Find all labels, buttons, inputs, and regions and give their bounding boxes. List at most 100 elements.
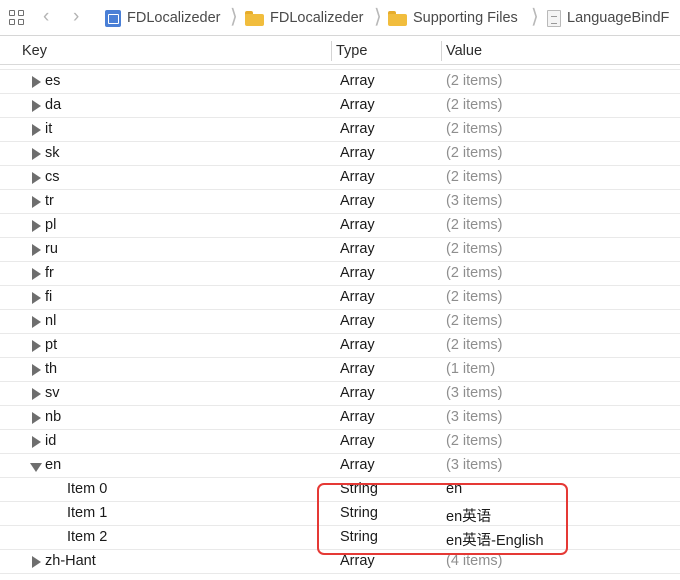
disclosure-triangle-icon[interactable] xyxy=(32,556,41,568)
row-type[interactable]: Array xyxy=(340,145,375,161)
disclosure-triangle-icon[interactable] xyxy=(32,100,41,112)
column-value[interactable]: Value xyxy=(446,43,482,59)
row-key[interactable]: id xyxy=(45,433,56,449)
disclosure-triangle-icon[interactable] xyxy=(32,220,41,232)
table-row[interactable]: es Array (2 items) xyxy=(0,70,680,94)
disclosure-triangle-icon[interactable] xyxy=(32,244,41,256)
project-icon xyxy=(105,9,121,27)
disclosure-triangle-icon[interactable] xyxy=(32,412,41,424)
table-row[interactable]: id Array (2 items) xyxy=(0,430,680,454)
highlight-annotation xyxy=(317,483,568,555)
row-type[interactable]: Array xyxy=(340,193,375,209)
table-row[interactable]: it Array (2 items) xyxy=(0,118,680,142)
folder-icon xyxy=(245,10,264,26)
row-value: (3 items) xyxy=(446,457,503,473)
disclosure-triangle-icon[interactable] xyxy=(32,364,41,376)
table-row[interactable]: tr Array (3 items) xyxy=(0,190,680,214)
forward-arrow-icon[interactable]: › xyxy=(73,7,79,27)
row-key[interactable]: fi xyxy=(45,289,52,305)
row-type[interactable]: Array xyxy=(340,121,375,137)
row-type[interactable]: Array xyxy=(340,265,375,281)
table-row[interactable]: nl Array (2 items) xyxy=(0,310,680,334)
row-value: (2 items) xyxy=(446,265,503,281)
column-header: Key Type Value xyxy=(0,37,680,65)
row-key[interactable]: ru xyxy=(45,241,58,257)
row-key[interactable]: zh-Hant xyxy=(45,553,96,569)
row-value: (2 items) xyxy=(446,289,503,305)
row-type[interactable]: Array xyxy=(340,433,375,449)
row-key[interactable]: sk xyxy=(45,145,60,161)
table-row[interactable]: da Array (2 items) xyxy=(0,94,680,118)
row-type[interactable]: Array xyxy=(340,457,375,473)
table-row[interactable]: sk Array (2 items) xyxy=(0,142,680,166)
row-type[interactable]: Array xyxy=(340,313,375,329)
back-arrow-icon[interactable]: ‹ xyxy=(43,7,49,27)
breadcrumb-file[interactable]: LanguageBindF xyxy=(547,9,669,27)
table-row[interactable]: fi Array (2 items) xyxy=(0,286,680,310)
row-key[interactable]: it xyxy=(45,121,52,137)
breadcrumb-folder[interactable]: FDLocalizeder xyxy=(245,9,364,27)
table-row-expanded[interactable]: en Array (3 items) xyxy=(0,454,680,478)
row-type[interactable]: Array xyxy=(340,97,375,113)
row-key[interactable]: sv xyxy=(45,385,60,401)
row-value: (2 items) xyxy=(446,73,503,89)
row-key[interactable]: pl xyxy=(45,217,56,233)
row-value: (2 items) xyxy=(446,217,503,233)
disclosure-triangle-icon[interactable] xyxy=(32,124,41,136)
breadcrumb-supporting-files[interactable]: Supporting Files xyxy=(388,9,518,27)
row-type[interactable]: Array xyxy=(340,241,375,257)
table-row[interactable]: fr Array (2 items) xyxy=(0,262,680,286)
disclosure-triangle-icon[interactable] xyxy=(32,340,41,352)
row-key[interactable]: fr xyxy=(45,265,54,281)
row-type[interactable]: Array xyxy=(340,385,375,401)
row-key[interactable]: th xyxy=(45,361,57,377)
table-row[interactable]: pl Array (2 items) xyxy=(0,214,680,238)
disclosure-triangle-icon[interactable] xyxy=(32,388,41,400)
breadcrumb-label: FDLocalizeder xyxy=(270,10,364,26)
column-key[interactable]: Key xyxy=(22,43,47,59)
row-value: (2 items) xyxy=(446,433,503,449)
table-row[interactable]: cs Array (2 items) xyxy=(0,166,680,190)
row-type[interactable]: Array xyxy=(340,73,375,89)
row-key[interactable]: nb xyxy=(45,409,61,425)
column-divider[interactable] xyxy=(441,41,442,61)
breadcrumb-project[interactable]: FDLocalizeder xyxy=(105,9,221,27)
table-row[interactable]: nb Array (3 items) xyxy=(0,406,680,430)
disclosure-triangle-open-icon[interactable] xyxy=(30,463,42,472)
plist-file-icon xyxy=(547,9,561,27)
disclosure-triangle-icon[interactable] xyxy=(32,148,41,160)
column-type[interactable]: Type xyxy=(336,43,367,59)
row-value: (2 items) xyxy=(446,241,503,257)
row-value: (4 items) xyxy=(446,553,503,569)
row-key[interactable]: en xyxy=(45,457,61,473)
disclosure-triangle-icon[interactable] xyxy=(32,436,41,448)
related-items-grid-icon[interactable] xyxy=(9,10,25,26)
row-type[interactable]: Array xyxy=(340,217,375,233)
row-type[interactable]: Array xyxy=(340,169,375,185)
row-type[interactable]: Array xyxy=(340,409,375,425)
row-key[interactable]: es xyxy=(45,73,60,89)
row-key[interactable]: nl xyxy=(45,313,56,329)
row-key[interactable]: tr xyxy=(45,193,54,209)
row-key[interactable]: pt xyxy=(45,337,57,353)
table-row[interactable]: sv Array (3 items) xyxy=(0,382,680,406)
table-row[interactable]: ru Array (2 items) xyxy=(0,238,680,262)
row-type[interactable]: Array xyxy=(340,337,375,353)
disclosure-triangle-icon[interactable] xyxy=(32,268,41,280)
row-type[interactable]: Array xyxy=(340,553,375,569)
row-key[interactable]: cs xyxy=(45,169,60,185)
row-value: (3 items) xyxy=(446,409,503,425)
disclosure-triangle-icon[interactable] xyxy=(32,316,41,328)
disclosure-triangle-icon[interactable] xyxy=(32,76,41,88)
disclosure-triangle-icon[interactable] xyxy=(32,292,41,304)
row-value: (2 items) xyxy=(446,121,503,137)
table-row[interactable]: pt Array (2 items) xyxy=(0,334,680,358)
row-key: Item 1 xyxy=(67,505,108,521)
row-type[interactable]: Array xyxy=(340,361,375,377)
row-type[interactable]: Array xyxy=(340,289,375,305)
disclosure-triangle-icon[interactable] xyxy=(32,196,41,208)
row-key[interactable]: da xyxy=(45,97,61,113)
disclosure-triangle-icon[interactable] xyxy=(32,172,41,184)
column-divider[interactable] xyxy=(331,41,332,61)
table-row[interactable]: th Array (1 item) xyxy=(0,358,680,382)
